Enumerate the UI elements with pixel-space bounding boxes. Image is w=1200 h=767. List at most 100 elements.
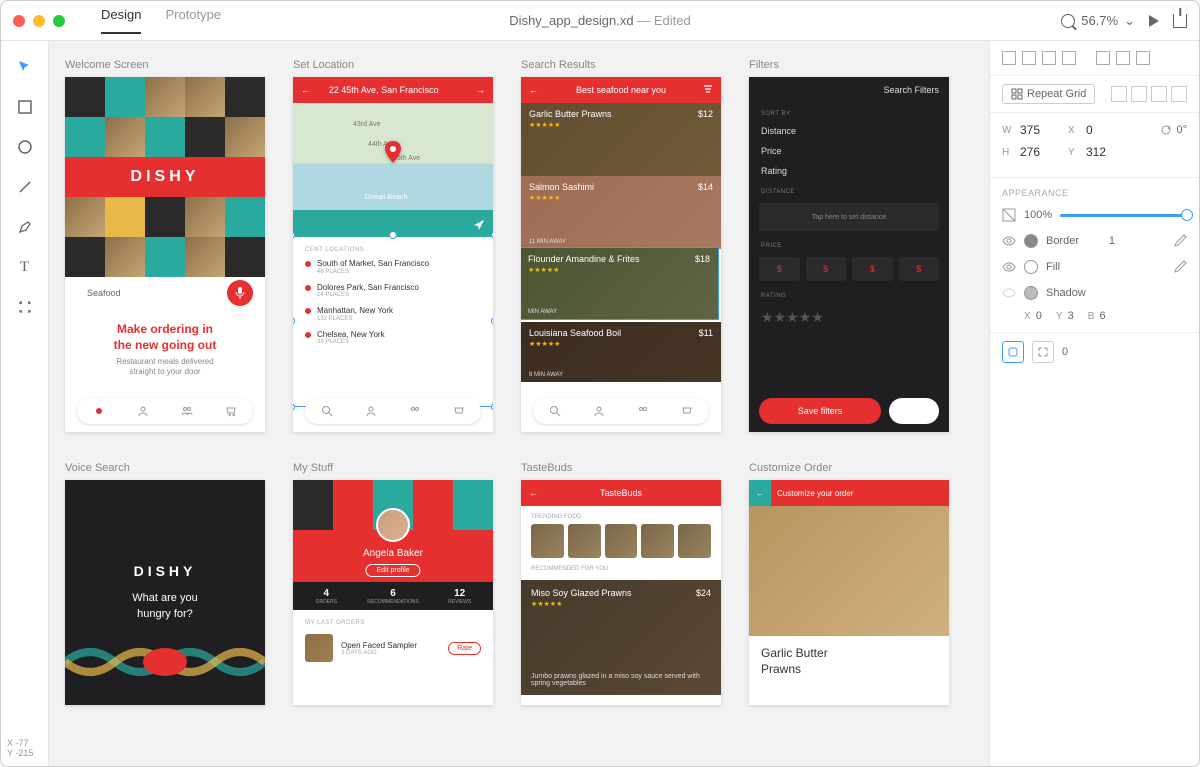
cart-icon[interactable]: [225, 405, 237, 417]
rotation-field[interactable]: 0°: [1160, 124, 1187, 136]
list-item[interactable]: Chelsea, New York39 PLACES: [305, 330, 481, 346]
line-tool[interactable]: [15, 177, 35, 197]
friends-icon[interactable]: [637, 405, 649, 417]
artboard-mystuff[interactable]: Angela Baker Edit profile 4ORDERS 6RECOM…: [293, 480, 493, 705]
eyedropper-icon[interactable]: [1173, 234, 1187, 248]
dish-card[interactable]: Flounder Amandine & Frites$18★★★★★MIN AW…: [521, 247, 719, 320]
y-field[interactable]: 312: [1086, 145, 1126, 159]
artboard-label[interactable]: Search Results: [521, 59, 721, 71]
user-icon[interactable]: [365, 405, 377, 417]
save-filters-button[interactable]: Save filters: [759, 398, 881, 424]
align-bottom-icon[interactable]: [1136, 51, 1150, 65]
artboard-tastebuds[interactable]: ←TasteBuds TRENDING FOOD RECOMMENDED FOR…: [521, 480, 721, 705]
pathfinder-subtract-icon[interactable]: [1131, 86, 1147, 102]
x-field[interactable]: 0: [1086, 123, 1126, 137]
cart-icon[interactable]: [681, 405, 693, 417]
border-width-field[interactable]: 1: [1087, 235, 1115, 247]
back-icon[interactable]: ←: [749, 480, 771, 506]
eyedropper-icon[interactable]: [1173, 260, 1187, 274]
artboard-label[interactable]: My Stuff: [293, 462, 493, 474]
zoom-button[interactable]: [53, 15, 65, 27]
border-swatch[interactable]: [1024, 234, 1038, 248]
map-view[interactable]: 43rd Ave 44th Ave 45th Ave Ocean Beach: [293, 103, 493, 237]
back-icon[interactable]: ←: [529, 85, 538, 95]
canvas[interactable]: Welcome Screen DISHY Seafood› Make order…: [49, 41, 989, 766]
corner-all-icon[interactable]: [1002, 341, 1024, 363]
opacity-slider[interactable]: [1060, 214, 1187, 217]
tab-design[interactable]: Design: [101, 7, 141, 34]
locate-me-icon[interactable]: [473, 219, 485, 231]
artboard-label[interactable]: Voice Search: [65, 462, 265, 474]
back-icon[interactable]: ←: [529, 488, 538, 498]
pathfinder-union-icon[interactable]: [1111, 86, 1127, 102]
align-middle-icon[interactable]: [1116, 51, 1130, 65]
visibility-icon[interactable]: [1002, 260, 1016, 274]
search-icon[interactable]: [549, 405, 561, 417]
edit-profile-button[interactable]: Edit profile: [365, 564, 420, 577]
list-item[interactable]: Dolores Park, San Francisco24 PLACES: [305, 283, 481, 299]
artboard-voice[interactable]: DISHY What are you hungry for?: [65, 480, 265, 705]
list-item[interactable]: Manhattan, New York133 PLACES: [305, 306, 481, 322]
shadow-x-field[interactable]: 0: [1036, 310, 1042, 322]
search-icon[interactable]: [321, 405, 333, 417]
repeat-grid-button[interactable]: Repeat Grid: [1002, 84, 1095, 104]
price-segment[interactable]: $: [759, 257, 800, 281]
share-button[interactable]: [1173, 14, 1187, 28]
artboard-label[interactable]: Set Location: [293, 59, 493, 71]
artboard-location[interactable]: ← 22 45th Ave, San Francisco → 43rd Ave …: [293, 77, 493, 432]
trending-row[interactable]: [521, 524, 721, 558]
mic-button[interactable]: [227, 280, 253, 306]
filter-icon[interactable]: [703, 84, 713, 96]
price-segment[interactable]: $: [852, 257, 893, 281]
artboard-label[interactable]: TasteBuds: [521, 462, 721, 474]
dish-card[interactable]: Louisiana Seafood Boil$11★★★★★8 MIN AWAY: [521, 322, 721, 382]
cancel-button[interactable]: [889, 398, 939, 424]
user-icon[interactable]: [137, 405, 149, 417]
select-tool[interactable]: [15, 57, 35, 77]
visibility-icon[interactable]: [1002, 234, 1016, 248]
user-icon[interactable]: [593, 405, 605, 417]
pen-tool[interactable]: [15, 217, 35, 237]
shadow-y-field[interactable]: 3: [1068, 310, 1074, 322]
friends-icon[interactable]: [409, 405, 421, 417]
corner-radius-field[interactable]: 0: [1062, 346, 1068, 358]
home-icon[interactable]: [93, 405, 105, 417]
rate-button[interactable]: Rate: [448, 642, 481, 655]
artboard-customize[interactable]: ←Customize your order Garlic Butter Praw…: [749, 480, 949, 705]
artboard-tool[interactable]: [15, 297, 35, 317]
height-field[interactable]: 276: [1020, 145, 1060, 159]
artboard-label[interactable]: Filters: [749, 59, 949, 71]
dish-card[interactable]: Salmon Sashimi$14★★★★★11 MIN AWAY: [521, 176, 721, 249]
pathfinder-exclude-icon[interactable]: [1171, 86, 1187, 102]
pathfinder-intersect-icon[interactable]: [1151, 86, 1167, 102]
back-icon[interactable]: ←: [301, 85, 310, 95]
rating-stars[interactable]: ★★★★★: [749, 303, 949, 332]
cart-icon[interactable]: [453, 405, 465, 417]
text-tool[interactable]: T: [15, 257, 35, 277]
fill-swatch[interactable]: [1024, 260, 1038, 274]
dish-card[interactable]: Garlic Butter Prawns$12★★★★★: [521, 103, 721, 176]
forward-icon[interactable]: →: [476, 85, 485, 95]
align-justify-icon[interactable]: [1062, 51, 1076, 65]
align-center-icon[interactable]: [1022, 51, 1036, 65]
close-button[interactable]: [13, 15, 25, 27]
sort-option[interactable]: Distance: [749, 121, 949, 141]
order-item[interactable]: Open Faced Sampler3 DAYS AGO Rate: [305, 634, 481, 662]
rectangle-tool[interactable]: [15, 97, 35, 117]
list-item[interactable]: South of Market, San Francisco46 PLACES: [305, 259, 481, 275]
artboard-search[interactable]: ← Best seafood near you Garlic Butter Pr…: [521, 77, 721, 432]
distance-input[interactable]: Tap here to set distance: [759, 203, 939, 231]
avatar[interactable]: [376, 508, 410, 542]
align-right-icon[interactable]: [1042, 51, 1056, 65]
minimize-button[interactable]: [33, 15, 45, 27]
artboard-label[interactable]: Customize Order: [749, 462, 949, 474]
align-left-icon[interactable]: [1002, 51, 1016, 65]
location-list[interactable]: CENT LOCATIONS South of Market, San Fran…: [293, 237, 493, 405]
shadow-swatch[interactable]: [1024, 286, 1038, 300]
sort-option[interactable]: Price: [749, 141, 949, 161]
sort-option[interactable]: Rating: [749, 161, 949, 181]
shadow-blur-field[interactable]: 6: [1099, 310, 1105, 322]
zoom-control[interactable]: 56.7% ⌄: [1061, 13, 1135, 29]
preview-button[interactable]: [1149, 15, 1159, 27]
friends-icon[interactable]: [181, 405, 193, 417]
